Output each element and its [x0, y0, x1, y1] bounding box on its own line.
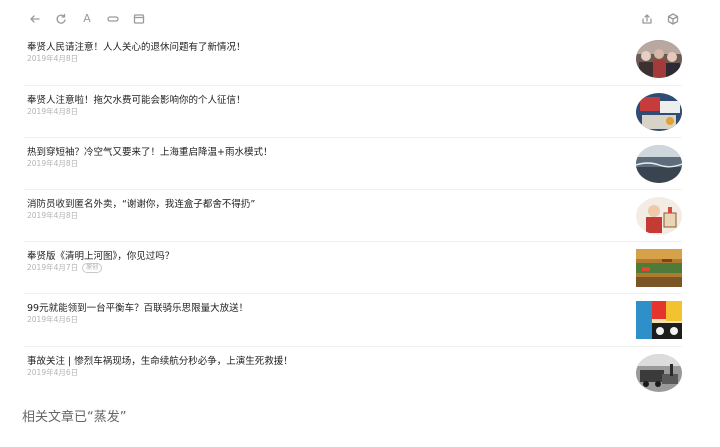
- article-date: 2019年4月8日: [27, 159, 79, 169]
- article-item[interactable]: 事故关注 | 惨烈车祸现场，生命续航分秒必争，上演生死救援！ 2019年4月6日: [24, 345, 682, 398]
- article-item[interactable]: 奉贤人民请注意！人人关心的退休问题有了新情况！ 2019年4月8日: [24, 33, 682, 85]
- original-tag: 原创: [82, 263, 103, 274]
- article-toolbar: A: [0, 0, 720, 36]
- article-item[interactable]: 奉贤人注意啦！拖欠水费可能会影响你的个人征信！ 2019年4月8日: [24, 85, 682, 137]
- article-title[interactable]: 奉贤人民请注意！人人关心的退休问题有了新情况！: [27, 41, 246, 55]
- article-thumbnail[interactable]: [636, 40, 682, 78]
- toolbar-right-group: [640, 12, 680, 26]
- article-date: 2019年4月6日: [27, 367, 79, 377]
- refresh-icon[interactable]: [54, 12, 68, 26]
- article-thumbnail[interactable]: [636, 301, 682, 340]
- article-thumbnail[interactable]: [636, 353, 682, 392]
- toolbar-left-group: A: [28, 12, 158, 26]
- article-thumbnail[interactable]: [636, 197, 682, 236]
- article-date: 2019年4月8日: [27, 54, 79, 63]
- article-meta: 2019年4月8日: [27, 107, 78, 117]
- article-item[interactable]: 奉贤版《清明上河图》，你见过吗？ 2019年4月7日 原创: [24, 241, 682, 293]
- article-title[interactable]: 事故关注 | 惨烈车祸现场，生命续航分秒必争，上演生死救援！: [27, 355, 293, 369]
- share-icon[interactable]: [640, 12, 654, 26]
- related-articles-notice: 相关文章已“蒸发”: [22, 410, 127, 425]
- article-date: 2019年4月8日: [27, 107, 79, 117]
- article-date: 2019年4月8日: [27, 211, 79, 221]
- related-article-list: 奉贤人民请注意！人人关心的退休问题有了新情况！ 2019年4月8日 奉贤人注意啦…: [24, 33, 682, 398]
- article-meta: 2019年4月6日: [27, 315, 78, 325]
- article-date: 2019年4月7日: [27, 263, 79, 273]
- article-meta: 2019年4月8日: [27, 54, 78, 64]
- bookmark-icon[interactable]: [132, 12, 146, 26]
- back-arrow-icon[interactable]: [28, 12, 42, 26]
- article-item[interactable]: 消防员收到匿名外卖，“谢谢你，我连盒子都舍不得扔” 2019年4月8日: [24, 189, 682, 241]
- article-item[interactable]: 99元就能领到一台平衡车？百联骑乐思限量大放送！ 2019年4月6日: [24, 293, 682, 345]
- article-thumbnail[interactable]: [636, 93, 682, 132]
- article-thumbnail[interactable]: [636, 145, 682, 184]
- article-meta: 2019年4月6日: [27, 368, 78, 378]
- article-meta: 2019年4月8日: [27, 159, 78, 169]
- font-size-icon[interactable]: A: [80, 12, 94, 26]
- cube-icon[interactable]: [666, 12, 680, 26]
- article-date: 2019年4月6日: [27, 315, 79, 325]
- article-title[interactable]: 奉贤人注意啦！拖欠水费可能会影响你的个人征信！: [27, 94, 246, 108]
- link-icon[interactable]: [106, 12, 120, 26]
- article-thumbnail[interactable]: [636, 249, 682, 288]
- article-meta: 2019年4月7日 原创: [27, 263, 103, 274]
- article-meta: 2019年4月8日: [27, 211, 78, 221]
- article-item[interactable]: 热到穿短袖？冷空气又要来了！上海重启降温+雨水模式！ 2019年4月8日: [24, 137, 682, 189]
